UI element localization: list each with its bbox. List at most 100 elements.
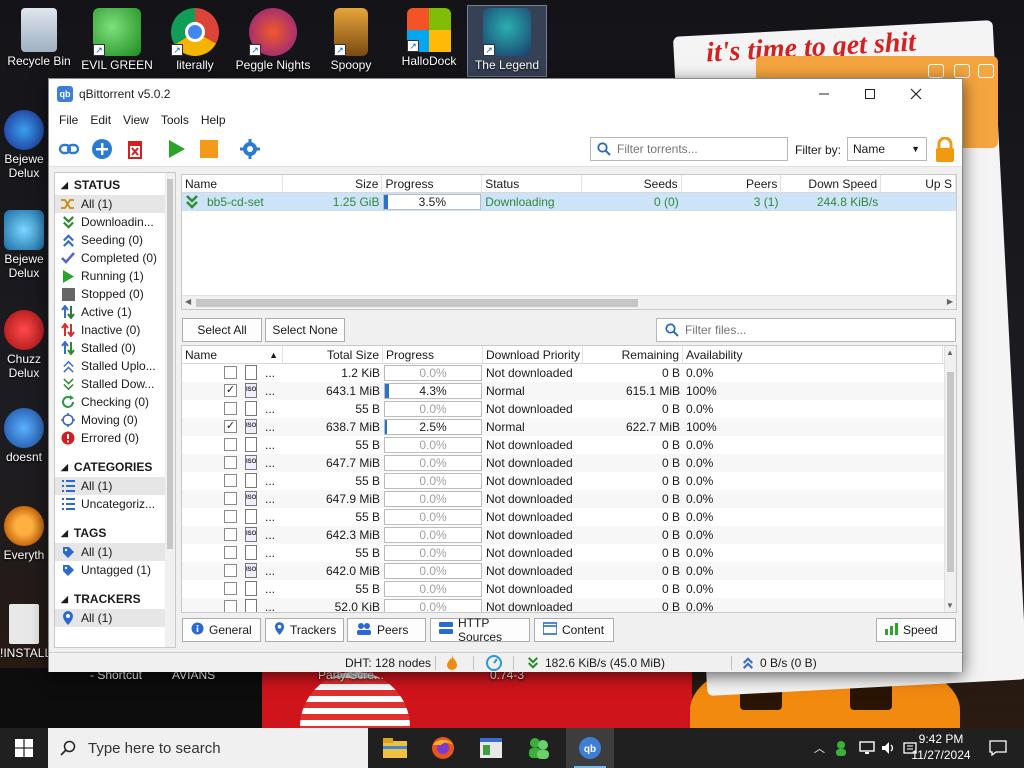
file-priority[interactable]: Not downloaded: [483, 580, 583, 598]
status-filter-item[interactable]: Running (1): [55, 267, 175, 285]
desktop-icon-chuzzle[interactable]: Chuzz Delux: [0, 310, 48, 380]
network-icon[interactable]: [859, 741, 875, 755]
file-checkbox[interactable]: [224, 366, 237, 379]
desktop-icon-literally[interactable]: ↗ literally: [156, 8, 234, 72]
file-row[interactable]: ✓ ISO ... 643.1 MiB 4.3% Normal 615.1 Mi…: [182, 382, 956, 400]
column-header-file-progress[interactable]: Progress: [383, 346, 483, 363]
file-priority[interactable]: Not downloaded: [483, 400, 583, 418]
status-filter-item[interactable]: Stalled (0): [55, 339, 175, 357]
file-list-vscrollbar[interactable]: ▲ ▼: [944, 346, 956, 612]
status-section-header[interactable]: ◢ STATUS: [55, 175, 175, 195]
menu-tools[interactable]: Tools: [155, 113, 195, 127]
tab-general[interactable]: General: [182, 618, 261, 642]
status-filter-item[interactable]: Downloadin...: [55, 213, 175, 231]
file-row[interactable]: ✓ ISO ... 638.7 MiB 2.5% Normal 622.7 Mi…: [182, 418, 956, 436]
add-torrent-file-button[interactable]: [89, 136, 115, 162]
minimize-button[interactable]: [801, 79, 847, 109]
status-filter-item[interactable]: Stalled Uplo...: [55, 357, 175, 375]
tag-item-untagged[interactable]: Untagged (1): [55, 561, 175, 579]
file-row[interactable]: ISO ... 647.9 MiB 0.0% Not downloaded 0 …: [182, 490, 956, 508]
filter-by-select[interactable]: Name ▼: [847, 137, 927, 161]
column-header-total-size[interactable]: Total Size: [283, 346, 383, 363]
chevron-up-icon[interactable]: ︿: [814, 740, 825, 756]
desktop-icon-bejeweled-2[interactable]: Bejewe Delux: [0, 210, 48, 280]
menu-edit[interactable]: Edit: [84, 113, 117, 127]
file-priority[interactable]: Not downloaded: [483, 364, 583, 382]
taskbar-file-explorer[interactable]: [371, 728, 419, 768]
file-filter-field[interactable]: [656, 318, 956, 342]
file-row[interactable]: ... 1.2 KiB 0.0% Not downloaded 0 B 0.0%: [182, 364, 956, 382]
file-row[interactable]: ISO ... 642.0 MiB 0.0% Not downloaded 0 …: [182, 562, 956, 580]
tab-content[interactable]: Content: [534, 618, 614, 642]
options-button[interactable]: [237, 136, 263, 162]
file-checkbox[interactable]: [224, 456, 237, 469]
desktop-icon-evil-green[interactable]: ↗ EVIL GREEN: [78, 8, 156, 72]
file-row[interactable]: ISO ... 642.3 MiB 0.0% Not downloaded 0 …: [182, 526, 956, 544]
file-checkbox[interactable]: [224, 510, 237, 523]
file-filter-input[interactable]: [685, 323, 925, 337]
file-priority[interactable]: Not downloaded: [483, 472, 583, 490]
file-row[interactable]: ... 55 B 0.0% Not downloaded 0 B 0.0%: [182, 472, 956, 490]
file-row[interactable]: ... 55 B 0.0% Not downloaded 0 B 0.0%: [182, 400, 956, 418]
file-priority[interactable]: Not downloaded: [483, 544, 583, 562]
start-button[interactable]: [0, 728, 48, 768]
status-filter-item[interactable]: Stopped (0): [55, 285, 175, 303]
desktop-icon-everything[interactable]: Everyth: [0, 506, 48, 562]
title-bar[interactable]: qb qBittorrent v5.0.2: [49, 79, 962, 109]
stop-torrent-button[interactable]: [196, 136, 222, 162]
file-checkbox[interactable]: [224, 528, 237, 541]
file-checkbox[interactable]: [224, 564, 237, 577]
file-checkbox[interactable]: [224, 474, 237, 487]
torrent-row[interactable]: bb5-cd-set 1.25 GiB 3.5% Downloading 0 (…: [182, 193, 956, 211]
menu-help[interactable]: Help: [195, 113, 232, 127]
torrent-filter-field[interactable]: [590, 137, 788, 161]
tag-item-all[interactable]: All (1): [55, 543, 175, 561]
status-filter-item[interactable]: Active (1): [55, 303, 175, 321]
status-filter-item[interactable]: Moving (0): [55, 411, 175, 429]
scroll-down-icon[interactable]: ▼: [946, 601, 954, 610]
file-checkbox[interactable]: [224, 546, 237, 559]
file-checkbox[interactable]: [224, 600, 237, 612]
file-priority[interactable]: Not downloaded: [483, 562, 583, 580]
desktop-icon-peggle-nights[interactable]: ↗ Peggle Nights: [234, 8, 312, 72]
column-header-availability[interactable]: Availability: [683, 346, 943, 363]
scrollbar-thumb[interactable]: [167, 179, 173, 549]
menu-view[interactable]: View: [117, 113, 155, 127]
lock-icon[interactable]: [933, 137, 957, 163]
tags-section-header[interactable]: ◢ TAGS: [55, 523, 175, 543]
select-all-button[interactable]: Select All: [182, 318, 262, 342]
file-row[interactable]: ... 55 B 0.0% Not downloaded 0 B 0.0%: [182, 436, 956, 454]
file-priority[interactable]: Not downloaded: [483, 436, 583, 454]
file-row[interactable]: ISO ... 647.7 MiB 0.0% Not downloaded 0 …: [182, 454, 956, 472]
tracker-item-all[interactable]: All (1): [55, 609, 175, 627]
select-none-button[interactable]: Select None: [265, 318, 345, 342]
column-header-priority[interactable]: Download Priority: [483, 346, 583, 363]
column-header-status[interactable]: Status: [482, 175, 582, 192]
desktop-icon-recycle-bin[interactable]: Recycle Bin: [0, 8, 78, 68]
tab-peers[interactable]: Peers: [347, 618, 426, 642]
category-item-uncategorized[interactable]: Uncategoriz...: [55, 495, 175, 513]
status-filter-item[interactable]: Errored (0): [55, 429, 175, 447]
file-priority[interactable]: Normal: [483, 382, 583, 400]
desktop-icon-bejeweled-1[interactable]: Bejewe Delux: [0, 110, 48, 180]
scrollbar-thumb[interactable]: [196, 299, 638, 307]
column-header-file-name[interactable]: Name ▲: [182, 346, 283, 363]
scroll-up-icon[interactable]: ▲: [946, 348, 954, 357]
column-header-remaining[interactable]: Remaining: [583, 346, 683, 363]
scroll-left-icon[interactable]: ◀: [185, 297, 191, 306]
torrent-list-hscrollbar[interactable]: ◀ ▶: [182, 295, 956, 309]
file-checkbox[interactable]: [224, 582, 237, 595]
column-header-down-speed[interactable]: Down Speed: [781, 175, 882, 192]
file-checkbox[interactable]: [224, 438, 237, 451]
add-torrent-link-button[interactable]: [56, 136, 82, 162]
status-filter-item[interactable]: Inactive (0): [55, 321, 175, 339]
scroll-right-icon[interactable]: ▶: [947, 297, 953, 306]
status-filter-item[interactable]: Completed (0): [55, 249, 175, 267]
column-header-peers[interactable]: Peers: [682, 175, 782, 192]
desktop-icon-doesnt[interactable]: doesnt: [0, 408, 48, 464]
scrollbar-thumb[interactable]: [947, 372, 954, 572]
taskbar-qbittorrent[interactable]: qb: [566, 728, 614, 768]
desktop-icon-the-legend[interactable]: ↗ The Legend: [467, 5, 547, 77]
menu-file[interactable]: File: [53, 113, 84, 127]
taskbar-clock[interactable]: 9:42 PM 11/27/2024: [908, 731, 974, 763]
